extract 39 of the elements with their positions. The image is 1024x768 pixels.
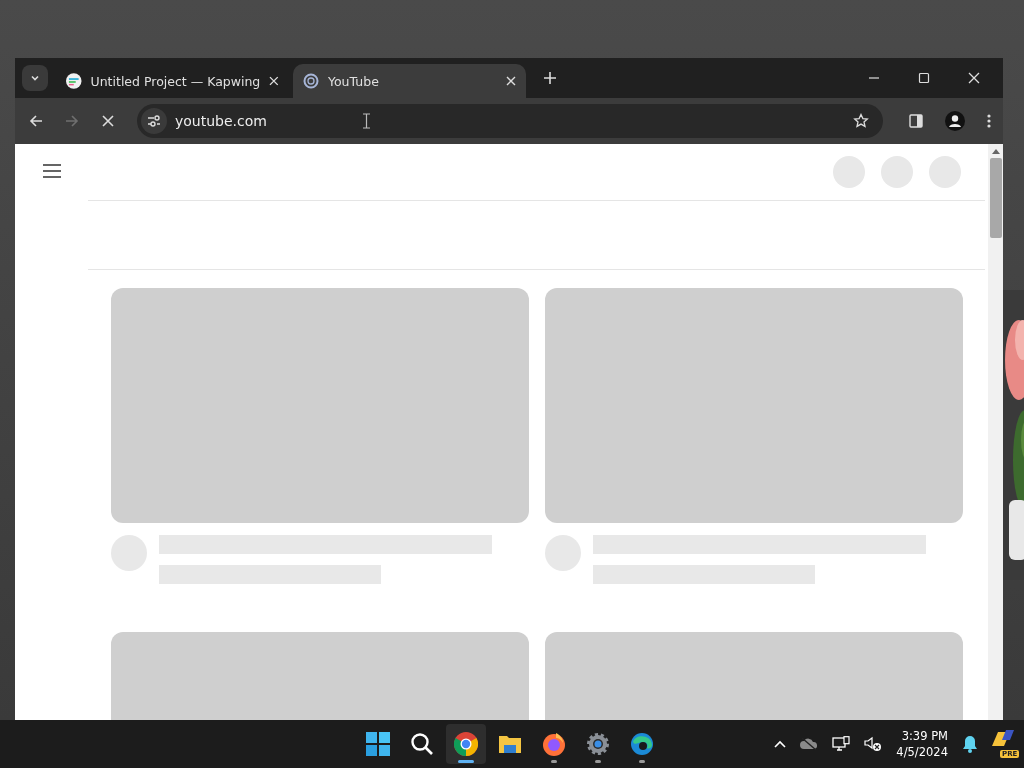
new-tab-icon[interactable] bbox=[544, 72, 556, 84]
close-icon[interactable] bbox=[269, 76, 279, 86]
network-icon[interactable] bbox=[832, 736, 851, 752]
tab-title: YouTube bbox=[328, 73, 380, 89]
speaker-muted-icon[interactable] bbox=[864, 736, 883, 752]
chevron-down-icon bbox=[30, 73, 40, 83]
browser-tab[interactable]: Untitled Project — Kapwing bbox=[56, 64, 289, 98]
close-icon[interactable] bbox=[506, 76, 516, 86]
text-cursor-icon bbox=[363, 113, 370, 129]
edge-logo-icon bbox=[630, 732, 654, 756]
loading-spinner-icon bbox=[303, 73, 319, 89]
search-icon bbox=[410, 732, 434, 756]
side-panel-icon[interactable] bbox=[909, 114, 923, 128]
chrome-logo-icon bbox=[454, 732, 478, 756]
menu-icon[interactable] bbox=[42, 164, 61, 178]
cloud-offline-icon[interactable] bbox=[800, 737, 819, 751]
scrollbar[interactable] bbox=[988, 144, 1003, 720]
tab-search-button[interactable] bbox=[22, 65, 48, 91]
show-hidden-icons-icon[interactable] bbox=[774, 740, 787, 748]
scrollbar-thumb[interactable] bbox=[989, 158, 1002, 238]
menu-icon[interactable] bbox=[987, 114, 991, 128]
clock[interactable]: 3:39 PM 4/5/2024 bbox=[896, 728, 948, 760]
close-icon[interactable] bbox=[968, 72, 980, 84]
scroll-up-icon[interactable] bbox=[991, 148, 1000, 154]
windows-logo-icon bbox=[366, 732, 390, 756]
firefox-logo-icon bbox=[542, 732, 566, 756]
kapwing-logo-icon bbox=[66, 73, 82, 89]
stop-icon[interactable] bbox=[101, 114, 115, 128]
gear-icon bbox=[586, 732, 610, 756]
chrome-taskbar-button[interactable] bbox=[446, 724, 486, 764]
bookmark-star-icon[interactable] bbox=[853, 113, 869, 129]
tab-title: Untitled Project — Kapwing bbox=[90, 73, 261, 89]
address-bar[interactable]: youtube.com bbox=[137, 104, 883, 138]
site-settings-icon[interactable] bbox=[141, 108, 167, 134]
browser-tab[interactable]: YouTube bbox=[293, 64, 526, 98]
back-icon[interactable] bbox=[29, 114, 43, 128]
profile-icon[interactable] bbox=[945, 111, 965, 131]
maximize-icon[interactable] bbox=[918, 72, 930, 84]
bell-icon[interactable] bbox=[962, 735, 978, 753]
